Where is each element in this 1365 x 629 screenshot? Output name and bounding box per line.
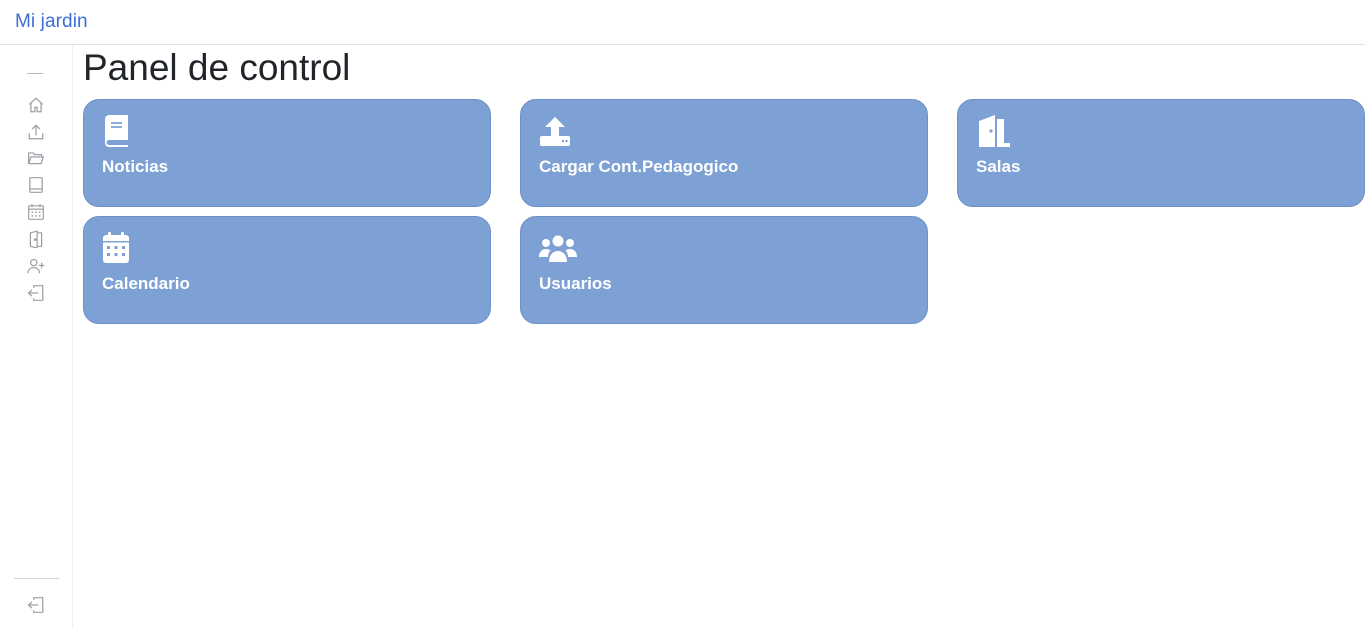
upload-icon[interactable] bbox=[27, 123, 45, 141]
card-noticias[interactable]: Noticias bbox=[83, 99, 491, 207]
calendar-icon bbox=[102, 232, 138, 264]
brand-link[interactable]: Mi jardin bbox=[15, 11, 88, 33]
card-usuarios[interactable]: Usuarios bbox=[520, 216, 928, 324]
card-label: Calendario bbox=[102, 274, 190, 293]
sidebar-separator bbox=[14, 578, 59, 579]
folder-icon[interactable] bbox=[27, 149, 45, 167]
sidebar-divider bbox=[27, 73, 43, 74]
calendar-icon[interactable] bbox=[27, 203, 45, 221]
page-title: Panel de control bbox=[83, 47, 351, 88]
upload-icon bbox=[539, 115, 575, 147]
add-user-icon[interactable] bbox=[27, 257, 45, 275]
book-icon[interactable] bbox=[27, 176, 45, 194]
card-label: Usuarios bbox=[539, 274, 612, 293]
logout-icon[interactable] bbox=[27, 596, 45, 614]
door-icon[interactable] bbox=[27, 230, 45, 248]
card-calendario[interactable]: Calendario bbox=[83, 216, 491, 324]
card-salas[interactable]: Salas bbox=[957, 99, 1365, 207]
sidebar bbox=[0, 45, 73, 629]
users-icon bbox=[539, 232, 577, 264]
login-icon[interactable] bbox=[27, 284, 45, 302]
card-label: Noticias bbox=[102, 157, 169, 176]
top-navbar: Mi jardin bbox=[0, 0, 1365, 45]
book-icon bbox=[102, 115, 138, 147]
card-label: Salas bbox=[976, 157, 1021, 176]
door-icon bbox=[976, 115, 1012, 147]
card-cargar-contenido[interactable]: Cargar Cont.Pedagogico bbox=[520, 99, 928, 207]
card-label: Cargar Cont.Pedagogico bbox=[539, 157, 739, 176]
home-icon[interactable] bbox=[27, 96, 45, 114]
